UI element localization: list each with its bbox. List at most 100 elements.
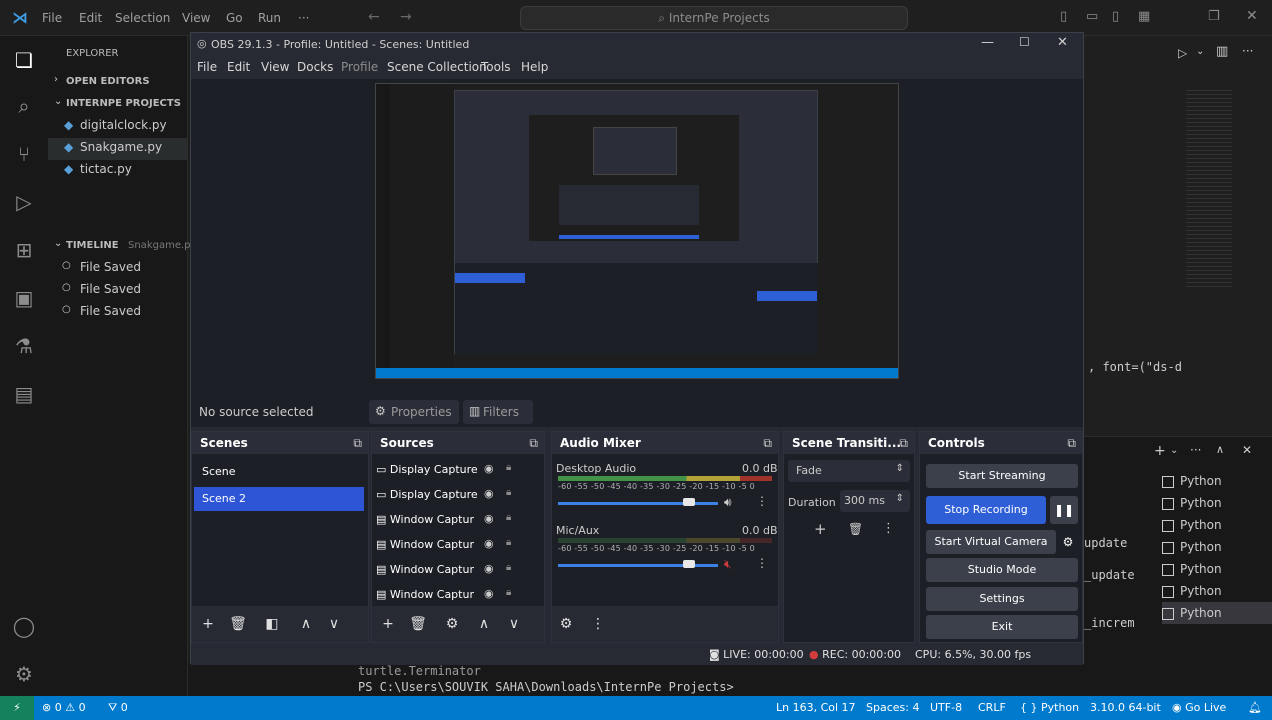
run-debug-icon[interactable]: ▷: [10, 188, 38, 216]
close-icon[interactable]: ✕: [1057, 35, 1068, 50]
obs-menu-view[interactable]: View: [261, 60, 289, 74]
eye-icon[interactable]: ◉: [484, 487, 494, 500]
language-status[interactable]: { } Python: [1020, 701, 1079, 714]
golive-status[interactable]: ◉ Go Live: [1172, 701, 1226, 714]
maximize-icon[interactable]: ☐: [1019, 35, 1030, 49]
source-item[interactable]: ▤ Window Captur: [376, 508, 536, 532]
source-item[interactable]: ▭ Display Capture: [376, 483, 536, 507]
obs-menu-help[interactable]: Help: [521, 60, 548, 74]
properties-button[interactable]: ⚙ Properties: [369, 400, 459, 424]
testing-icon[interactable]: ⚗: [10, 332, 38, 360]
settings-gear-icon[interactable]: ⚙: [10, 660, 38, 688]
cursor-position[interactable]: Ln 163, Col 17: [776, 701, 856, 714]
minimap[interactable]: [1186, 90, 1232, 290]
studio-mode-button[interactable]: Studio Mode: [926, 558, 1078, 582]
chevron-right-icon[interactable]: ›: [54, 74, 58, 85]
pause-recording-icon[interactable]: ❚❚: [1050, 496, 1078, 524]
close-panel-icon[interactable]: ✕: [1242, 443, 1252, 457]
lock-icon[interactable]: 🔒︎: [506, 462, 511, 473]
move-down-icon[interactable]: ∨: [504, 614, 524, 634]
obs-menu-file[interactable]: File: [197, 60, 217, 74]
timeline-header[interactable]: TIMELINE: [66, 240, 119, 251]
menu-more[interactable]: ···: [298, 11, 309, 25]
undock-icon[interactable]: ⧉: [763, 432, 772, 454]
file-snakgame[interactable]: Snakgame.py: [80, 140, 162, 154]
speaker-icon[interactable]: 🔊︎: [724, 495, 732, 510]
obs-menu-scene-collection[interactable]: Scene Collection: [387, 60, 487, 74]
settings-button[interactable]: Settings: [926, 587, 1078, 611]
remove-transition-icon[interactable]: 🗑︎: [848, 522, 863, 536]
scene-item-selected[interactable]: Scene 2: [194, 487, 364, 511]
forward-arrow-icon[interactable]: →: [400, 9, 412, 25]
lock-icon[interactable]: 🔒︎: [506, 487, 511, 498]
transition-select[interactable]: Fade ⇕: [788, 460, 910, 482]
transition-menu-icon[interactable]: ⋮: [882, 521, 895, 536]
open-editors-header[interactable]: OPEN EDITORS: [66, 76, 150, 87]
source-control-icon[interactable]: ⑂: [10, 140, 38, 168]
split-editor-icon[interactable]: ▥: [1216, 44, 1228, 59]
eye-icon[interactable]: ◉: [484, 537, 494, 550]
terminal-tab[interactable]: Python: [1162, 470, 1272, 492]
filters-button[interactable]: ▥ Filters: [463, 400, 533, 424]
terminal-tab[interactable]: Python: [1162, 492, 1272, 514]
ports-status[interactable]: ⛛ 0: [108, 701, 128, 715]
lock-icon[interactable]: 🔒︎: [506, 537, 511, 548]
source-item[interactable]: ▤ Window Captur: [376, 558, 536, 582]
lock-icon[interactable]: 🔒︎: [506, 512, 511, 523]
terminal-tab[interactable]: Python: [1162, 536, 1272, 558]
terminal-tab[interactable]: Python: [1162, 580, 1272, 602]
remote-icon[interactable]: ⚡: [0, 696, 34, 720]
volume-slider-knob[interactable]: [683, 560, 696, 568]
volume-slider-knob[interactable]: [683, 498, 696, 506]
timeline-item[interactable]: File Saved: [80, 304, 141, 318]
menu-view[interactable]: View: [182, 11, 210, 25]
undock-icon[interactable]: ⧉: [529, 432, 538, 454]
explorer-icon[interactable]: ❏: [10, 46, 38, 74]
notifications-icon[interactable]: 🔔︎: [1248, 701, 1262, 714]
lock-icon[interactable]: 🔒︎: [506, 587, 511, 598]
channel-menu-icon[interactable]: ⋮: [756, 494, 768, 508]
obs-menu-docks[interactable]: Docks: [297, 60, 333, 74]
eye-icon[interactable]: ◉: [484, 462, 494, 475]
timeline-item[interactable]: File Saved: [80, 282, 141, 296]
channel-menu-icon[interactable]: ⋮: [756, 556, 768, 570]
scene-filters-icon[interactable]: ◧: [262, 614, 282, 634]
terminal-tab[interactable]: Python: [1162, 558, 1272, 580]
source-properties-icon[interactable]: ⚙: [442, 614, 462, 634]
obs-menu-edit[interactable]: Edit: [227, 60, 250, 74]
eye-icon[interactable]: ◉: [484, 562, 494, 575]
run-icon[interactable]: ▷: [1178, 46, 1187, 60]
menu-edit[interactable]: Edit: [79, 11, 102, 25]
muted-speaker-icon[interactable]: 🔇︎: [724, 557, 732, 572]
menu-selection[interactable]: Selection: [115, 11, 170, 25]
account-icon[interactable]: ◯: [10, 612, 38, 640]
close-window-icon[interactable]: ✕: [1246, 8, 1258, 24]
file-digitalclock[interactable]: digitalclock.py: [80, 118, 167, 132]
folder-header[interactable]: INTERNPE PROJECTS: [66, 98, 181, 109]
undock-icon[interactable]: ⧉: [899, 432, 908, 454]
menu-file[interactable]: File: [42, 11, 62, 25]
layout-secondary-icon[interactable]: ▯: [1112, 9, 1119, 24]
menu-go[interactable]: Go: [226, 11, 243, 25]
encoding-status[interactable]: UTF-8: [930, 701, 962, 714]
virtual-camera-settings-icon[interactable]: ⚙: [1058, 530, 1078, 554]
database-icon[interactable]: ▤: [10, 380, 38, 408]
undock-icon[interactable]: ⧉: [353, 432, 362, 454]
add-transition-icon[interactable]: +: [814, 520, 827, 538]
scene-item[interactable]: Scene: [194, 460, 364, 484]
add-source-icon[interactable]: +: [378, 614, 398, 634]
terminal-output[interactable]: turtle.Terminator PS C:\Users\SOUVIK SAH…: [188, 662, 1084, 696]
advanced-audio-icon[interactable]: ⚙: [556, 614, 576, 634]
eye-icon[interactable]: ◉: [484, 587, 494, 600]
mixer-menu-icon[interactable]: ⋮: [588, 614, 608, 634]
more-icon[interactable]: ···: [1190, 443, 1201, 457]
file-tictac[interactable]: tictac.py: [80, 162, 132, 176]
exit-button[interactable]: Exit: [926, 615, 1078, 639]
spinner-icon[interactable]: ⇕: [896, 493, 904, 504]
errors-status[interactable]: ⊗ 0 ⚠ 0: [42, 701, 86, 714]
chevron-down-icon[interactable]: ⌄: [1196, 46, 1204, 57]
search-view-icon[interactable]: ⌕: [10, 92, 38, 120]
chevron-down-icon[interactable]: ⌄: [54, 238, 62, 249]
source-item[interactable]: ▤ Window Captur: [376, 533, 536, 557]
source-item[interactable]: ▭ Display Capture: [376, 458, 536, 482]
